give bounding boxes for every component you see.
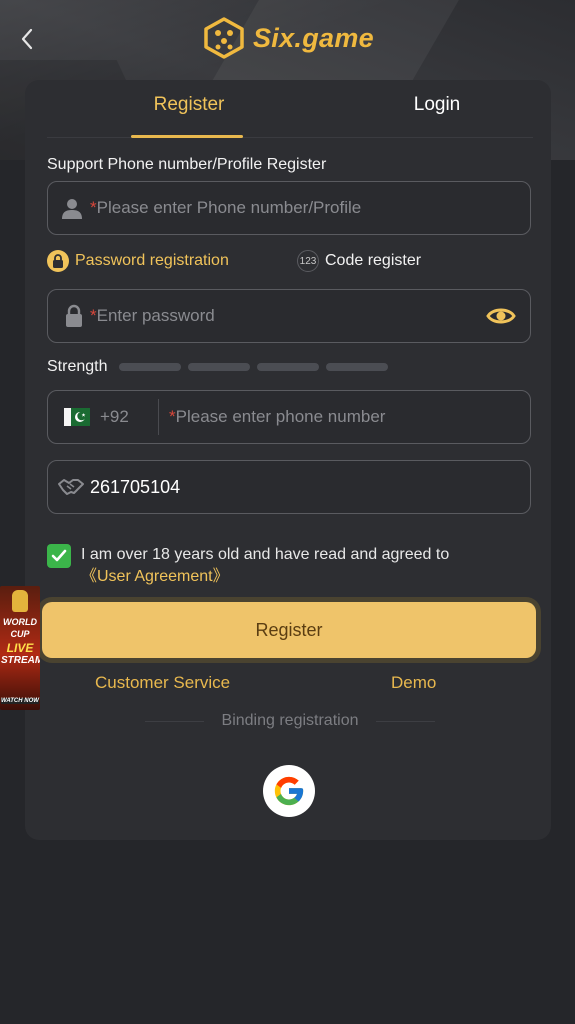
password-registration-option[interactable]: Password registration (47, 250, 229, 272)
password-placeholder: *Enter password (90, 306, 215, 325)
phone-profile-placeholder: *Please enter Phone number/Profile (90, 198, 362, 217)
strength-bar (326, 363, 389, 371)
mobile-number-placeholder: *Please enter phone number (169, 407, 386, 426)
register-card: Register Login Support Phone number/Prof… (25, 80, 551, 840)
auth-tabs: Register Login (47, 80, 533, 138)
code-register-label: Code register (325, 252, 422, 269)
agreement-row: I am over 18 years old and have read and… (47, 544, 527, 588)
show-password-toggle[interactable] (486, 304, 516, 333)
brand-logo: Six.game (201, 14, 374, 62)
user-agreement-link[interactable]: 《User Agreement》 (81, 566, 449, 588)
dice-logo-icon (204, 17, 244, 59)
binding-registration-label: Binding registration (221, 712, 359, 729)
google-icon (274, 776, 304, 806)
register-button[interactable]: Register (42, 602, 536, 658)
field-divider (158, 399, 159, 435)
google-login-button[interactable] (263, 765, 315, 817)
strength-label: Strength (47, 358, 108, 375)
demo-link[interactable]: Demo (391, 673, 436, 693)
lock-badge-icon (47, 250, 69, 272)
pakistan-flag-icon[interactable] (64, 408, 90, 426)
password-registration-label: Password registration (75, 252, 229, 269)
watch-now-button[interactable]: WATCH NOW (1, 698, 39, 704)
chevron-left-icon (21, 28, 33, 50)
agreement-checkbox[interactable] (47, 544, 71, 568)
agreement-text: I am over 18 years old and have read and… (81, 544, 449, 588)
strength-bar (188, 363, 251, 371)
tab-login[interactable]: Login (357, 94, 517, 116)
password-field[interactable]: *Enter password (47, 289, 531, 343)
binding-registration-divider: Binding registration (145, 712, 435, 730)
invite-code-value: 261705104 (90, 476, 181, 497)
customer-service-link[interactable]: Customer Service (95, 673, 230, 693)
invite-code-field[interactable]: 261705104 (47, 460, 531, 514)
tab-register[interactable]: Register (109, 94, 269, 116)
world-cup-stream-banner[interactable]: WORLD CUP LIVE STREAM WATCH NOW (0, 586, 40, 710)
back-button[interactable] (12, 22, 42, 56)
trophy-icon (12, 590, 28, 612)
code-register-option[interactable]: 123 Code register (297, 250, 421, 272)
active-tab-indicator (131, 135, 243, 138)
strength-bar (119, 363, 182, 371)
mobile-number-field[interactable]: +92 *Please enter phone number (47, 390, 531, 444)
section-label: Support Phone number/Profile Register (47, 156, 327, 173)
password-strength: Strength (47, 356, 395, 378)
user-icon (48, 182, 90, 234)
phone-profile-field[interactable]: *Please enter Phone number/Profile (47, 181, 531, 235)
strength-bar (257, 363, 320, 371)
check-icon (51, 549, 67, 562)
brand-name: Six.game (253, 22, 374, 53)
registration-mode-row: Password registration 123 Code register (47, 250, 531, 276)
lock-icon (48, 290, 90, 342)
handshake-icon (48, 461, 90, 513)
numbers-icon: 123 (297, 250, 319, 272)
country-code[interactable]: +92 (100, 407, 158, 427)
eye-icon (486, 308, 516, 324)
